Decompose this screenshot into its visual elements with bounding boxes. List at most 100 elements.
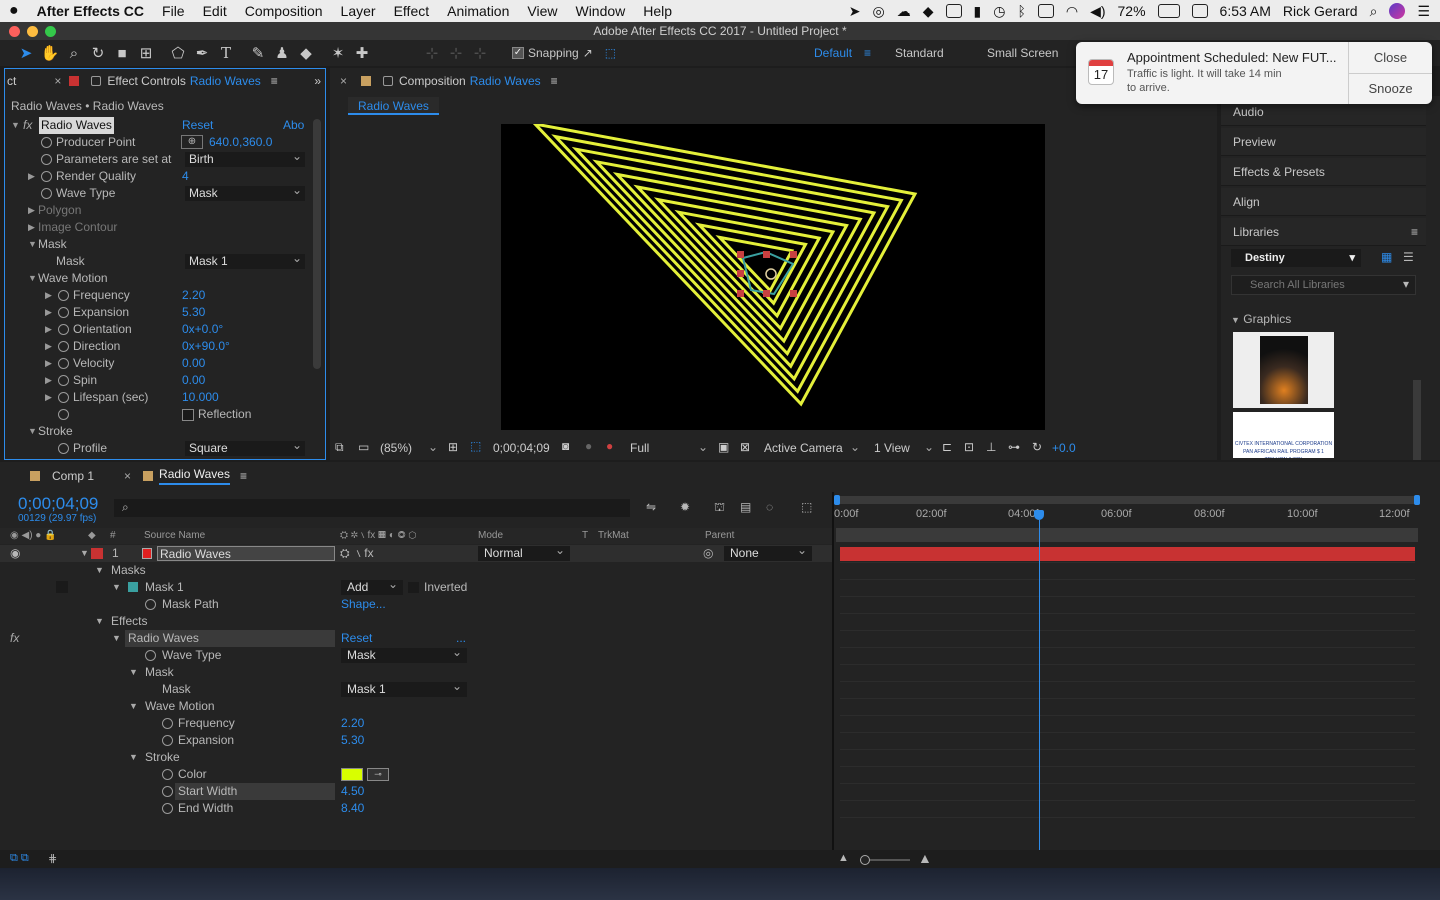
header-source-name[interactable]: Source Name bbox=[144, 528, 205, 544]
collapse-triangle-icon[interactable]: ▼ bbox=[95, 562, 104, 579]
velocity-value[interactable]: 0.00 bbox=[182, 355, 205, 372]
zoom-chevron-icon[interactable]: ⌄ bbox=[428, 440, 438, 454]
timeline-icon[interactable]: ⊥ bbox=[986, 440, 996, 454]
menu-view[interactable]: View bbox=[518, 3, 566, 19]
expansion-value[interactable]: 5.30 bbox=[182, 304, 205, 321]
notification-center-icon[interactable]: ☰ bbox=[1417, 3, 1430, 20]
layer-parent-dropdown[interactable]: None bbox=[724, 543, 812, 561]
zoom-window-button[interactable] bbox=[45, 26, 56, 37]
pen-tool-icon[interactable]: ✒ bbox=[190, 43, 214, 63]
menu-composition[interactable]: Composition bbox=[236, 3, 332, 19]
label-icon[interactable]: ◆ bbox=[88, 528, 96, 544]
panel-menu-icon[interactable]: ≡ bbox=[551, 74, 558, 88]
frame-blending-icon[interactable]: ▤ bbox=[740, 500, 751, 514]
camera-tool-icon[interactable]: ■ bbox=[110, 43, 134, 63]
mask-vertex[interactable] bbox=[763, 290, 770, 297]
effect-reset-link[interactable]: Reset bbox=[341, 630, 372, 647]
mask-vertex[interactable] bbox=[737, 251, 744, 258]
user-name[interactable]: Rick Gerard bbox=[1283, 3, 1358, 19]
panel-menu-icon[interactable]: ≡ bbox=[1411, 218, 1418, 246]
collapse-triangle-icon[interactable]: ▼ bbox=[80, 545, 89, 562]
collapse-triangle-icon[interactable]: ▼ bbox=[11, 117, 20, 134]
effects-presets-panel-header[interactable]: Effects & Presets bbox=[1221, 158, 1426, 186]
layer-switch-icons[interactable]: ⛭ ∖ fx bbox=[340, 545, 374, 562]
layer-duration-bar[interactable] bbox=[840, 547, 1415, 561]
collapse-triangle-icon[interactable]: ▼ bbox=[95, 613, 104, 630]
draft-3d-icon[interactable]: ✹ bbox=[680, 500, 690, 514]
notification-snooze-button[interactable]: Snooze bbox=[1349, 74, 1432, 104]
align-panel-header[interactable]: Align bbox=[1221, 188, 1426, 216]
stopwatch-icon[interactable] bbox=[58, 443, 69, 454]
menu-effect[interactable]: Effect bbox=[385, 3, 439, 19]
playhead-handle[interactable] bbox=[1034, 510, 1044, 520]
reset-link[interactable]: Reset bbox=[182, 117, 213, 134]
spotlight-icon[interactable]: ⌕ bbox=[1370, 3, 1378, 20]
fx-icon[interactable]: fx bbox=[10, 630, 19, 647]
dropbox-icon[interactable]: ◆ bbox=[923, 3, 934, 20]
tl-color-row[interactable]: Color ⊸ bbox=[0, 766, 400, 783]
type-tool-icon[interactable]: T bbox=[214, 43, 238, 63]
producer-point-icon[interactable] bbox=[765, 268, 777, 280]
collapse-triangle-icon[interactable]: ▼ bbox=[28, 423, 37, 440]
libraries-scrollbar[interactable] bbox=[1413, 380, 1421, 460]
profile-dropdown[interactable]: Square bbox=[185, 438, 305, 456]
show-snapshot-icon[interactable]: ● bbox=[585, 439, 592, 453]
collapse-triangle-icon[interactable]: ▼ bbox=[129, 698, 138, 715]
fx-icon[interactable]: fx bbox=[23, 117, 32, 134]
expand-triangle-icon[interactable]: ▶ bbox=[28, 219, 35, 236]
minimize-window-button[interactable] bbox=[27, 26, 38, 37]
zoom-out-icon[interactable]: ▲ bbox=[838, 852, 849, 864]
camera-dropdown[interactable]: Active Camera bbox=[764, 441, 843, 455]
safe-zones-icon[interactable]: ⊞ bbox=[448, 440, 458, 454]
reflection-checkbox[interactable] bbox=[182, 409, 194, 421]
composition-tab-name[interactable]: Radio Waves bbox=[470, 74, 541, 88]
input-menu-icon[interactable] bbox=[1191, 4, 1208, 18]
frequency-value[interactable]: 2.20 bbox=[182, 287, 205, 304]
timeline-navigator[interactable] bbox=[836, 528, 1418, 542]
parameters-set-dropdown[interactable]: Birth bbox=[185, 149, 305, 167]
radio-waves-effect-row[interactable]: fx ▼ Radio Waves Reset ... bbox=[0, 630, 480, 647]
tl-start-width-value[interactable]: 4.50 bbox=[341, 783, 364, 800]
library-search[interactable]: Search All Libraries ▾ bbox=[1231, 275, 1416, 295]
stopwatch-icon[interactable] bbox=[41, 188, 52, 199]
exposure-value[interactable]: +0.0 bbox=[1052, 441, 1076, 455]
stopwatch-icon[interactable] bbox=[58, 341, 69, 352]
close-window-button[interactable] bbox=[9, 26, 20, 37]
layer-name[interactable]: Radio Waves bbox=[157, 546, 335, 561]
time-ruler[interactable]: 0:00f 02:00f 04:00f 06:00f 08:00f 10:00f… bbox=[834, 506, 1418, 526]
hand-tool-icon[interactable]: ✋ bbox=[38, 43, 62, 63]
tl-mask-row[interactable]: Mask Mask 1 bbox=[0, 679, 480, 698]
snapping-toggle[interactable]: ✓ Snapping ↗ ⬚ bbox=[512, 46, 616, 60]
monitor-icon[interactable]: ▭ bbox=[358, 440, 369, 454]
expand-layer-switches-icon[interactable]: ⧉ ⧉ bbox=[10, 852, 29, 865]
mask-vertex[interactable] bbox=[790, 251, 797, 258]
channel-icon[interactable]: ● bbox=[606, 439, 613, 453]
stopwatch-icon[interactable] bbox=[58, 307, 69, 318]
panel-menu-icon[interactable]: ≡ bbox=[271, 74, 278, 88]
work-area-start[interactable] bbox=[834, 495, 840, 505]
mask1-row[interactable]: ▼ Mask 1 Add Inverted bbox=[0, 577, 480, 596]
composition-canvas[interactable] bbox=[501, 121, 1045, 430]
mask-vertex[interactable] bbox=[790, 290, 797, 297]
time-machine-icon[interactable]: ◷ bbox=[993, 3, 1005, 20]
collapse-triangle-icon[interactable]: ▼ bbox=[28, 270, 37, 287]
render-quality-value[interactable]: 4 bbox=[182, 168, 189, 185]
menu-animation[interactable]: Animation bbox=[438, 3, 518, 19]
workspace-default[interactable]: Default bbox=[814, 46, 852, 60]
stopwatch-icon[interactable] bbox=[41, 171, 52, 182]
stopwatch-icon[interactable] bbox=[41, 137, 52, 148]
stopwatch-icon[interactable] bbox=[145, 650, 156, 661]
collapse-triangle-icon[interactable]: ▼ bbox=[129, 749, 138, 766]
mask-visibility-icon[interactable]: ⬚ bbox=[470, 439, 481, 453]
clock[interactable]: 6:53 AM bbox=[1220, 3, 1271, 19]
zoom-slider[interactable] bbox=[860, 855, 910, 865]
shy-layers-icon[interactable]: ⛫ bbox=[714, 500, 725, 516]
layer-mode-dropdown[interactable]: Normal bbox=[478, 543, 570, 561]
preview-panel-header[interactable]: Preview bbox=[1221, 128, 1426, 156]
eye-icon[interactable]: ◉ bbox=[10, 545, 20, 562]
volume-icon[interactable]: ◀) bbox=[1090, 3, 1105, 20]
tab-radio-waves[interactable]: Radio Waves bbox=[159, 467, 230, 485]
header-trkmat[interactable]: TrkMat bbox=[598, 528, 629, 544]
mask-dropdown[interactable]: Mask 1 bbox=[185, 251, 305, 269]
collapse-triangle-icon[interactable]: ▼ bbox=[1231, 315, 1240, 325]
